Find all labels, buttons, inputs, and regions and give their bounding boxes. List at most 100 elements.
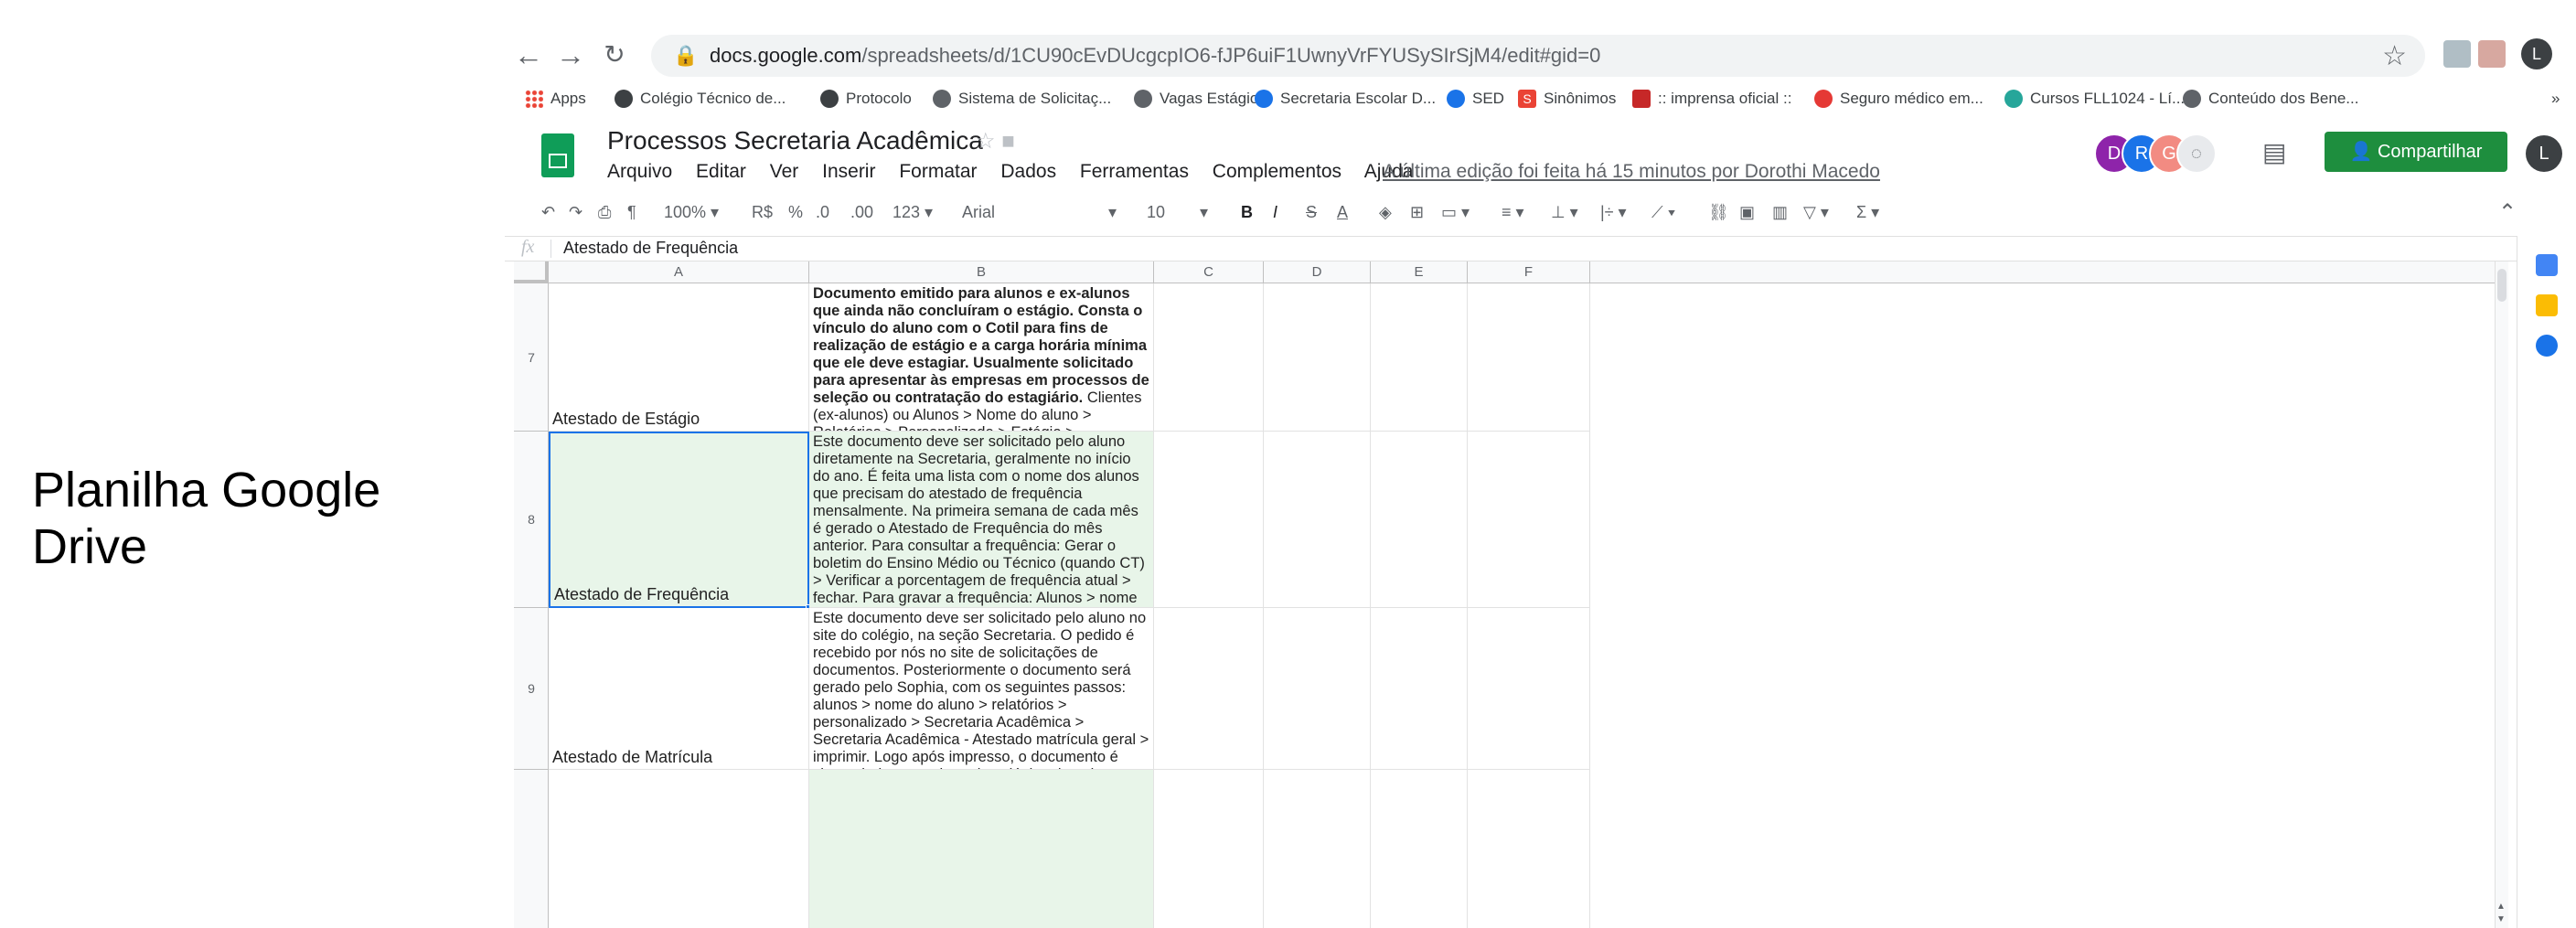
row-header-8[interactable]: 8 <box>514 432 549 608</box>
bookmark-item[interactable]: Cursos FLL1024 - Lí... <box>2004 88 2185 110</box>
text-color-icon[interactable]: A <box>1337 203 1348 222</box>
cell-e10[interactable] <box>1371 770 1468 928</box>
back-arrow-icon[interactable]: ← <box>510 37 547 73</box>
cell-c7[interactable] <box>1154 283 1264 432</box>
menu-complementos[interactable]: Complementos <box>1213 161 1341 182</box>
account-avatar[interactable]: L <box>2526 135 2562 172</box>
document-title[interactable]: Processos Secretaria Acadêmica <box>607 126 983 155</box>
cell-c8[interactable] <box>1154 432 1264 608</box>
undo-icon[interactable]: ↶ <box>541 203 555 222</box>
text-rotation-icon[interactable]: ⟋ ▾ <box>1651 203 1675 222</box>
filter-icon[interactable]: ▽ ▾ <box>1803 203 1829 222</box>
row-header-9[interactable]: 9 <box>514 608 549 770</box>
cell-f7[interactable] <box>1468 283 1590 432</box>
cell-b7[interactable]: Documento emitido para alunos e ex-aluno… <box>809 283 1154 432</box>
font-size-arrow-icon[interactable]: ▾ <box>1200 203 1208 222</box>
browser-profile-avatar[interactable]: L <box>2521 38 2552 69</box>
cell-c10[interactable] <box>1154 770 1264 928</box>
strikethrough-icon[interactable]: S <box>1306 203 1317 222</box>
cell-a7[interactable]: Atestado de Estágio <box>549 283 809 432</box>
cell-a10[interactable] <box>549 770 809 928</box>
cell-f9[interactable] <box>1468 608 1590 770</box>
fill-color-icon[interactable]: ◈ <box>1379 203 1392 222</box>
bookmark-item[interactable]: Colégio Técnico de... <box>615 88 786 110</box>
last-edit-link[interactable]: A última edição foi feita há 15 minutos … <box>1383 161 1880 183</box>
comments-icon[interactable]: ▤ <box>2262 137 2286 167</box>
borders-icon[interactable]: ⊞ <box>1410 203 1424 222</box>
bookmark-item[interactable]: Secretaria Escolar D... <box>1255 88 1436 110</box>
tasks-icon[interactable] <box>2536 335 2558 357</box>
extension-icon[interactable] <box>2478 40 2506 68</box>
star-icon[interactable]: ☆ <box>976 129 996 154</box>
keep-icon[interactable] <box>2536 294 2558 316</box>
scrollbar-thumb[interactable] <box>2497 269 2507 302</box>
menu-dados[interactable]: Dados <box>1000 161 1056 182</box>
vertical-align-icon[interactable]: ⊥ ▾ <box>1551 203 1578 222</box>
italic-icon[interactable]: I <box>1273 203 1277 222</box>
decrease-decimal-button[interactable]: .0 <box>816 203 829 222</box>
bookmark-item[interactable]: SED <box>1447 88 1504 110</box>
column-header-c[interactable]: C <box>1154 261 1264 283</box>
vertical-scrollbar[interactable]: ▲ ▼ <box>2495 261 2508 928</box>
scroll-down-arrow-icon[interactable]: ▼ <box>2496 914 2506 924</box>
more-formats-select[interactable]: 123 ▾ <box>893 203 933 222</box>
scroll-up-arrow-icon[interactable]: ▲ <box>2496 901 2506 912</box>
percent-format-button[interactable]: % <box>788 203 803 222</box>
cell-d8[interactable] <box>1264 432 1371 608</box>
row-header-7[interactable]: 7 <box>514 283 549 432</box>
menu-arquivo[interactable]: Arquivo <box>607 161 672 182</box>
formula-input[interactable]: Atestado de Frequência <box>563 239 738 258</box>
functions-icon[interactable]: Σ ▾ <box>1856 203 1879 222</box>
cell-b10[interactable] <box>809 770 1154 928</box>
print-icon[interactable]: ⎙ <box>598 203 611 222</box>
bookmark-apps[interactable]: Apps <box>525 88 586 110</box>
font-select-arrow-icon[interactable]: ▾ <box>1108 203 1117 222</box>
row-header-10[interactable] <box>514 770 549 928</box>
extension-icon[interactable] <box>2443 40 2471 68</box>
bold-icon[interactable]: B <box>1241 203 1253 222</box>
insert-link-icon[interactable]: ⛓ <box>1708 203 1729 222</box>
select-all-corner[interactable] <box>514 261 549 283</box>
cell-c9[interactable] <box>1154 608 1264 770</box>
cell-e9[interactable] <box>1371 608 1468 770</box>
column-header-f[interactable]: F <box>1468 261 1590 283</box>
forward-arrow-icon[interactable]: → <box>552 37 589 73</box>
bookmark-item[interactable]: S Sinônimos <box>1518 88 1616 110</box>
bookmark-item[interactable]: Vagas Estágio <box>1134 88 1258 110</box>
cell-a8-selected[interactable]: Atestado de Frequência <box>549 432 809 608</box>
cell-b8[interactable]: Este documento deve ser solicitado pelo … <box>809 432 1154 608</box>
menu-ferramentas[interactable]: Ferramentas <box>1080 161 1189 182</box>
column-header-e[interactable]: E <box>1371 261 1468 283</box>
merge-cells-icon[interactable]: ▭ ▾ <box>1441 203 1470 222</box>
collapse-menu-icon[interactable]: ⌃ <box>2498 199 2517 226</box>
reload-icon[interactable]: ↻ <box>596 37 633 73</box>
column-header-a[interactable]: A <box>549 261 809 283</box>
share-button[interactable]: 👤 Compartilhar <box>2325 132 2507 172</box>
cell-b9[interactable]: Este documento deve ser solicitado pelo … <box>809 608 1154 770</box>
column-header-d[interactable]: D <box>1264 261 1371 283</box>
address-bar[interactable]: 🔒 docs.google.com/spreadsheets/d/1CU90cE… <box>651 35 2425 77</box>
text-wrapping-icon[interactable]: |÷ ▾ <box>1600 203 1627 222</box>
increase-decimal-button[interactable]: .00 <box>850 203 873 222</box>
currency-format-button[interactable]: R$ <box>752 203 773 222</box>
menu-ver[interactable]: Ver <box>770 161 799 182</box>
bookmark-item[interactable]: Conteúdo dos Bene... <box>2183 88 2358 110</box>
anonymous-avatar-icon[interactable]: ◌ <box>2176 133 2217 174</box>
redo-icon[interactable]: ↷ <box>569 203 583 222</box>
folder-icon[interactable]: ■ <box>1001 129 1015 154</box>
insert-chart-icon[interactable]: ▥ <box>1772 203 1788 222</box>
zoom-select[interactable]: 100% ▾ <box>664 203 719 222</box>
cell-a9[interactable]: Atestado de Matrícula <box>549 608 809 770</box>
bookmark-star-icon[interactable]: ☆ <box>2382 40 2407 72</box>
bookmarks-overflow[interactable]: » <box>2551 88 2560 110</box>
menu-formatar[interactable]: Formatar <box>899 161 977 182</box>
cell-d10[interactable] <box>1264 770 1371 928</box>
paint-format-icon[interactable]: ¶ <box>627 203 636 222</box>
font-select[interactable]: Arial <box>962 203 995 222</box>
cell-f10[interactable] <box>1468 770 1590 928</box>
menu-editar[interactable]: Editar <box>696 161 746 182</box>
cell-d7[interactable] <box>1264 283 1371 432</box>
bookmark-item[interactable]: :: imprensa oficial :: <box>1632 88 1791 110</box>
font-size-select[interactable]: 10 <box>1147 203 1165 222</box>
sheets-logo-icon[interactable] <box>541 133 574 177</box>
